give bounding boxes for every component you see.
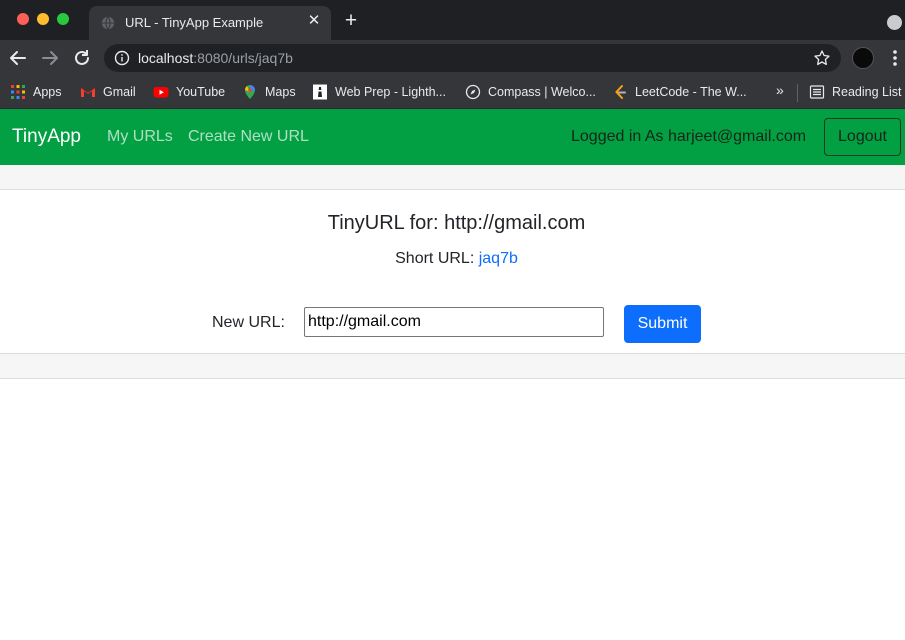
card-footer bbox=[0, 353, 905, 379]
back-arrow-icon[interactable] bbox=[7, 47, 29, 69]
reading-list-icon bbox=[809, 85, 825, 99]
profile-avatar[interactable] bbox=[852, 47, 874, 69]
youtube-icon bbox=[153, 87, 169, 98]
bookmark-label: Apps bbox=[33, 85, 62, 99]
forward-arrow-icon[interactable] bbox=[39, 47, 61, 69]
bookmarks-bar: Apps Gmail YouTube Maps Web Prep - Light… bbox=[0, 76, 905, 109]
submit-button[interactable]: Submit bbox=[624, 305, 701, 343]
leetcode-icon bbox=[615, 85, 626, 99]
bookmark-label: YouTube bbox=[176, 85, 226, 99]
reading-list-button[interactable]: Reading List bbox=[809, 82, 902, 102]
tab-title: URL - TinyApp Example bbox=[125, 15, 264, 30]
bookmarks-divider bbox=[797, 84, 798, 102]
bookmark-web-prep[interactable]: Web Prep - Lighth... bbox=[312, 82, 446, 102]
site-info-icon[interactable] bbox=[114, 50, 130, 66]
bookmark-label: Compass | Welco... bbox=[488, 85, 596, 99]
gmail-icon bbox=[80, 87, 96, 97]
address-host: localhost bbox=[138, 50, 194, 66]
bookmark-compass[interactable]: Compass | Welco... bbox=[465, 82, 596, 102]
brand-logo[interactable]: TinyApp bbox=[12, 126, 81, 148]
bookmark-label: Gmail bbox=[103, 85, 136, 99]
logged-in-status: Logged in As harjeet@gmail.com bbox=[571, 128, 807, 145]
tab-close-icon[interactable]: ✕ bbox=[305, 12, 323, 30]
browser-toolbar: localhost:8080/urls/jaq7b bbox=[0, 40, 905, 76]
nav-link-create-new-url[interactable]: Create New URL bbox=[188, 128, 309, 146]
bookmark-youtube[interactable]: YouTube bbox=[153, 82, 225, 102]
bookmark-apps[interactable]: Apps bbox=[10, 82, 62, 102]
bookmark-label: Web Prep - Lighth... bbox=[335, 85, 446, 99]
address-url: localhost:8080/urls/jaq7b bbox=[138, 50, 293, 66]
bookmark-star-icon[interactable] bbox=[813, 49, 831, 67]
browser-tab-active[interactable]: URL - TinyApp Example ✕ bbox=[89, 6, 331, 40]
browser-menu-icon[interactable] bbox=[890, 48, 900, 68]
minimize-window-button[interactable] bbox=[37, 13, 49, 25]
close-window-button[interactable] bbox=[17, 13, 29, 25]
new-url-label: New URL: bbox=[212, 314, 285, 331]
bookmarks-overflow-icon[interactable]: » bbox=[776, 82, 784, 98]
maximize-window-button[interactable] bbox=[57, 13, 69, 25]
address-path: :8080/urls/jaq7b bbox=[193, 50, 293, 66]
reading-list-label: Reading List bbox=[832, 85, 902, 99]
app-navbar: TinyApp My URLs Create New URL Logged in… bbox=[0, 109, 905, 165]
tab-search-icon[interactable] bbox=[887, 15, 902, 30]
bookmark-leetcode[interactable]: LeetCode - The W... bbox=[612, 82, 747, 102]
bookmark-label: LeetCode - The W... bbox=[635, 85, 747, 99]
bookmark-label: Maps bbox=[265, 85, 296, 99]
reload-icon[interactable] bbox=[71, 47, 93, 69]
nav-link-my-urls[interactable]: My URLs bbox=[107, 128, 173, 146]
card-header bbox=[0, 165, 905, 190]
new-tab-button[interactable]: + bbox=[340, 10, 362, 32]
apps-grid-icon bbox=[11, 85, 25, 99]
page-title: TinyURL for: http://gmail.com bbox=[327, 212, 586, 234]
bookmark-maps[interactable]: Maps bbox=[242, 82, 296, 102]
short-url-label: Short URL: bbox=[395, 250, 479, 267]
compass-icon bbox=[465, 84, 481, 100]
bookmark-gmail[interactable]: Gmail bbox=[80, 82, 136, 102]
browser-titlebar: URL - TinyApp Example ✕ + bbox=[0, 0, 905, 40]
lighthouse-icon bbox=[313, 84, 327, 100]
logout-button[interactable]: Logout bbox=[824, 118, 901, 156]
short-url-link[interactable]: jaq7b bbox=[479, 250, 518, 267]
short-url-row: Short URL: jaq7b bbox=[0, 250, 905, 268]
globe-icon bbox=[101, 16, 115, 30]
new-url-input[interactable] bbox=[304, 307, 604, 337]
maps-icon bbox=[245, 85, 255, 99]
address-bar[interactable]: localhost:8080/urls/jaq7b bbox=[104, 44, 841, 72]
